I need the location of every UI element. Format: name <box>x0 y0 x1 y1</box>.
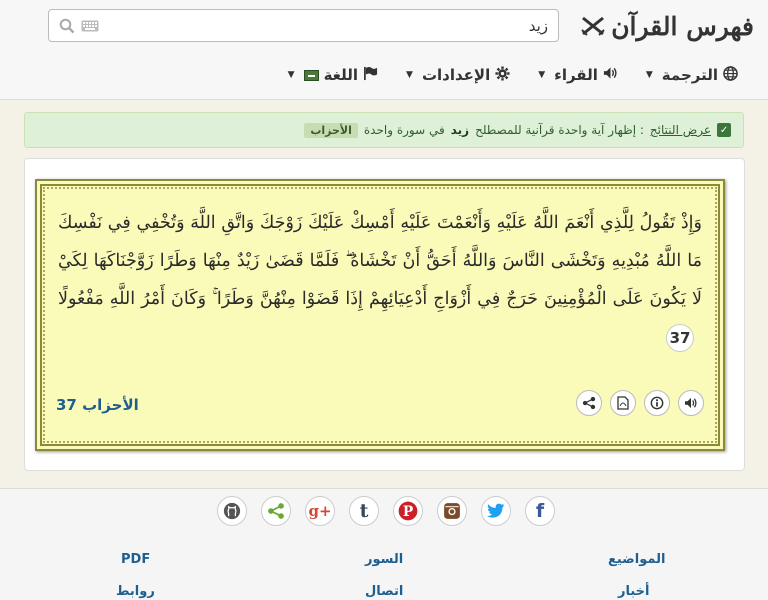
info-button[interactable] <box>644 390 670 416</box>
app-title: فهرس القرآن <box>611 11 754 41</box>
nav-language[interactable]: اللغة ▼ <box>288 66 378 85</box>
crossed-swords-icon <box>581 16 605 36</box>
keyboard-icon[interactable] <box>81 20 99 32</box>
github-button[interactable] <box>217 496 247 526</box>
caret-down-icon: ▼ <box>645 70 653 80</box>
footer: g+ t P f المواضيع السور PDF أخبار اتصال … <box>0 488 768 600</box>
footer-link-contact[interactable]: اتصال <box>365 584 403 599</box>
nav-settings[interactable]: الإعدادات ▼ <box>406 65 510 85</box>
verse-text: وَإِذْ تَقُولُ لِلَّذِي أَنْعَمَ اللَّهُ… <box>58 204 702 356</box>
caret-down-icon: ▼ <box>406 70 413 80</box>
audio-button[interactable] <box>678 390 704 416</box>
ayah-number: 37 <box>666 323 694 352</box>
alert-text-after: في سورة واحدة <box>363 123 445 137</box>
google-plus-button[interactable]: g+ <box>305 496 335 526</box>
instagram-icon <box>444 503 460 519</box>
social-buttons: g+ t P f <box>217 496 555 526</box>
tumblr-icon: t <box>359 500 369 522</box>
twitter-icon <box>487 503 505 518</box>
checkbox-icon[interactable]: ✓ <box>717 123 731 137</box>
footer-link-pdf[interactable]: PDF <box>121 552 150 567</box>
verse-tools <box>576 390 704 416</box>
footer-link-suras[interactable]: السور <box>365 552 403 567</box>
results-alert: ✓ عرض النتائج : إظهار آية واحدة قرآنية ل… <box>24 112 744 148</box>
share-social-button[interactable] <box>261 496 291 526</box>
verse-content: وَإِذْ تَقُولُ لِلَّذِي أَنْعَمَ اللَّهُ… <box>58 213 702 309</box>
uae-flag-icon <box>303 69 319 81</box>
svg-text:P: P <box>403 504 413 520</box>
volume-icon <box>603 66 618 84</box>
alert-text-before: : إظهار آية واحدة قرآنية للمصطلح <box>475 123 644 137</box>
info-icon <box>650 396 664 410</box>
search-input[interactable] <box>105 16 548 35</box>
show-results-link[interactable]: عرض النتائج <box>650 123 711 137</box>
sura-label: الأحزاب <box>304 122 358 138</box>
pinterest-button[interactable]: P <box>393 496 423 526</box>
google-plus-icon: g+ <box>308 502 332 520</box>
globe-icon <box>723 65 738 85</box>
main-nav: الترجمة ▼ القراء ▼ الإعدادات ▼ اللغة ▼ <box>288 62 738 88</box>
nav-reciter[interactable]: القراء ▼ <box>538 66 618 84</box>
header: فهرس القرآن الترجمة ▼ القراء ▼ <box>0 0 768 100</box>
caret-down-icon: ▼ <box>287 70 295 80</box>
facebook-button[interactable]: f <box>525 496 555 526</box>
footer-link-links[interactable]: روابط <box>116 584 155 599</box>
alert-term: زيد <box>450 123 470 137</box>
results-panel: وَإِذْ تَقُولُ لِلَّذِي أَنْعَمَ اللَّهُ… <box>24 158 745 471</box>
twitter-button[interactable] <box>481 496 511 526</box>
share-button[interactable] <box>576 390 602 416</box>
share-icon <box>582 396 596 410</box>
flag-icon <box>363 66 378 85</box>
pinterest-icon: P <box>398 501 418 521</box>
pdf-button[interactable] <box>610 390 636 416</box>
volume-icon <box>685 397 697 409</box>
pdf-file-icon <box>617 396 629 410</box>
footer-link-news[interactable]: أخبار <box>618 584 650 599</box>
footer-link-topics[interactable]: المواضيع <box>608 552 665 567</box>
nav-translation[interactable]: الترجمة ▼ <box>645 65 738 85</box>
share-icon <box>268 503 284 519</box>
facebook-icon: f <box>535 500 545 522</box>
verse-card: وَإِذْ تَقُولُ لِلَّذِي أَنْعَمَ اللَّهُ… <box>35 179 725 451</box>
github-icon <box>223 502 241 520</box>
search-box[interactable] <box>48 9 559 42</box>
verse-reference[interactable]: الأحزاب 37 <box>56 396 139 414</box>
app-logo[interactable]: فهرس القرآن <box>581 6 754 46</box>
tumblr-button[interactable]: t <box>349 496 379 526</box>
instagram-button[interactable] <box>437 496 467 526</box>
gear-icon <box>495 65 510 85</box>
search-icon[interactable] <box>59 18 75 34</box>
caret-down-icon: ▼ <box>538 70 546 80</box>
